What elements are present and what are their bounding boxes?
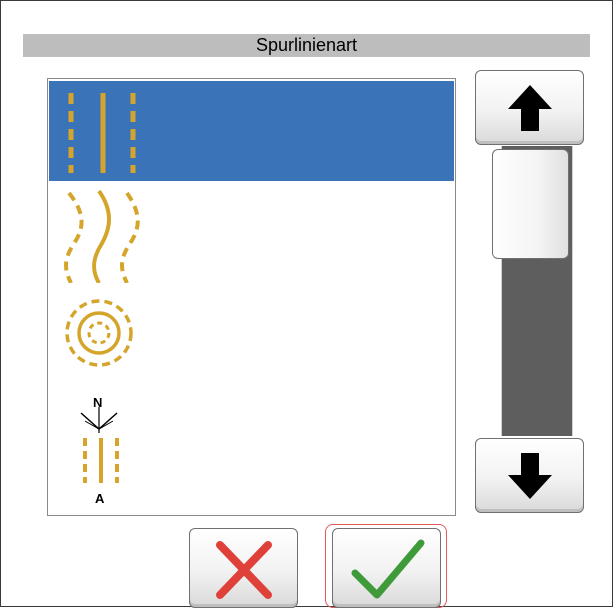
a-label: A	[95, 491, 105, 506]
cancel-button[interactable]	[189, 528, 298, 608]
track-type-list[interactable]: N A	[47, 78, 456, 516]
list-item-straight[interactable]	[49, 81, 454, 181]
concentric-circle-track-lines-icon	[65, 299, 133, 367]
north-label: N	[93, 395, 102, 410]
straight-track-lines-icon	[68, 93, 136, 173]
scroll-down-button[interactable]	[475, 438, 584, 513]
scroll-up-button[interactable]	[475, 70, 584, 145]
ok-button[interactable]	[332, 528, 441, 608]
x-mark-icon	[216, 541, 272, 599]
track-line-type-dialog: Spurlinienart N A	[0, 0, 613, 608]
arrow-down-icon	[508, 453, 552, 499]
list-item-circle[interactable]	[49, 283, 454, 383]
list-item-curved[interactable]	[49, 183, 454, 283]
scrollbar-thumb[interactable]	[492, 149, 569, 259]
dialog-title: Spurlinienart	[23, 34, 590, 57]
checkmark-icon	[351, 539, 425, 599]
curved-track-lines-icon	[64, 189, 140, 283]
ab-line-north-arrow-icon: N A	[80, 395, 119, 506]
arrow-up-icon	[508, 85, 552, 131]
list-item-ab-line[interactable]: N A	[49, 383, 454, 513]
